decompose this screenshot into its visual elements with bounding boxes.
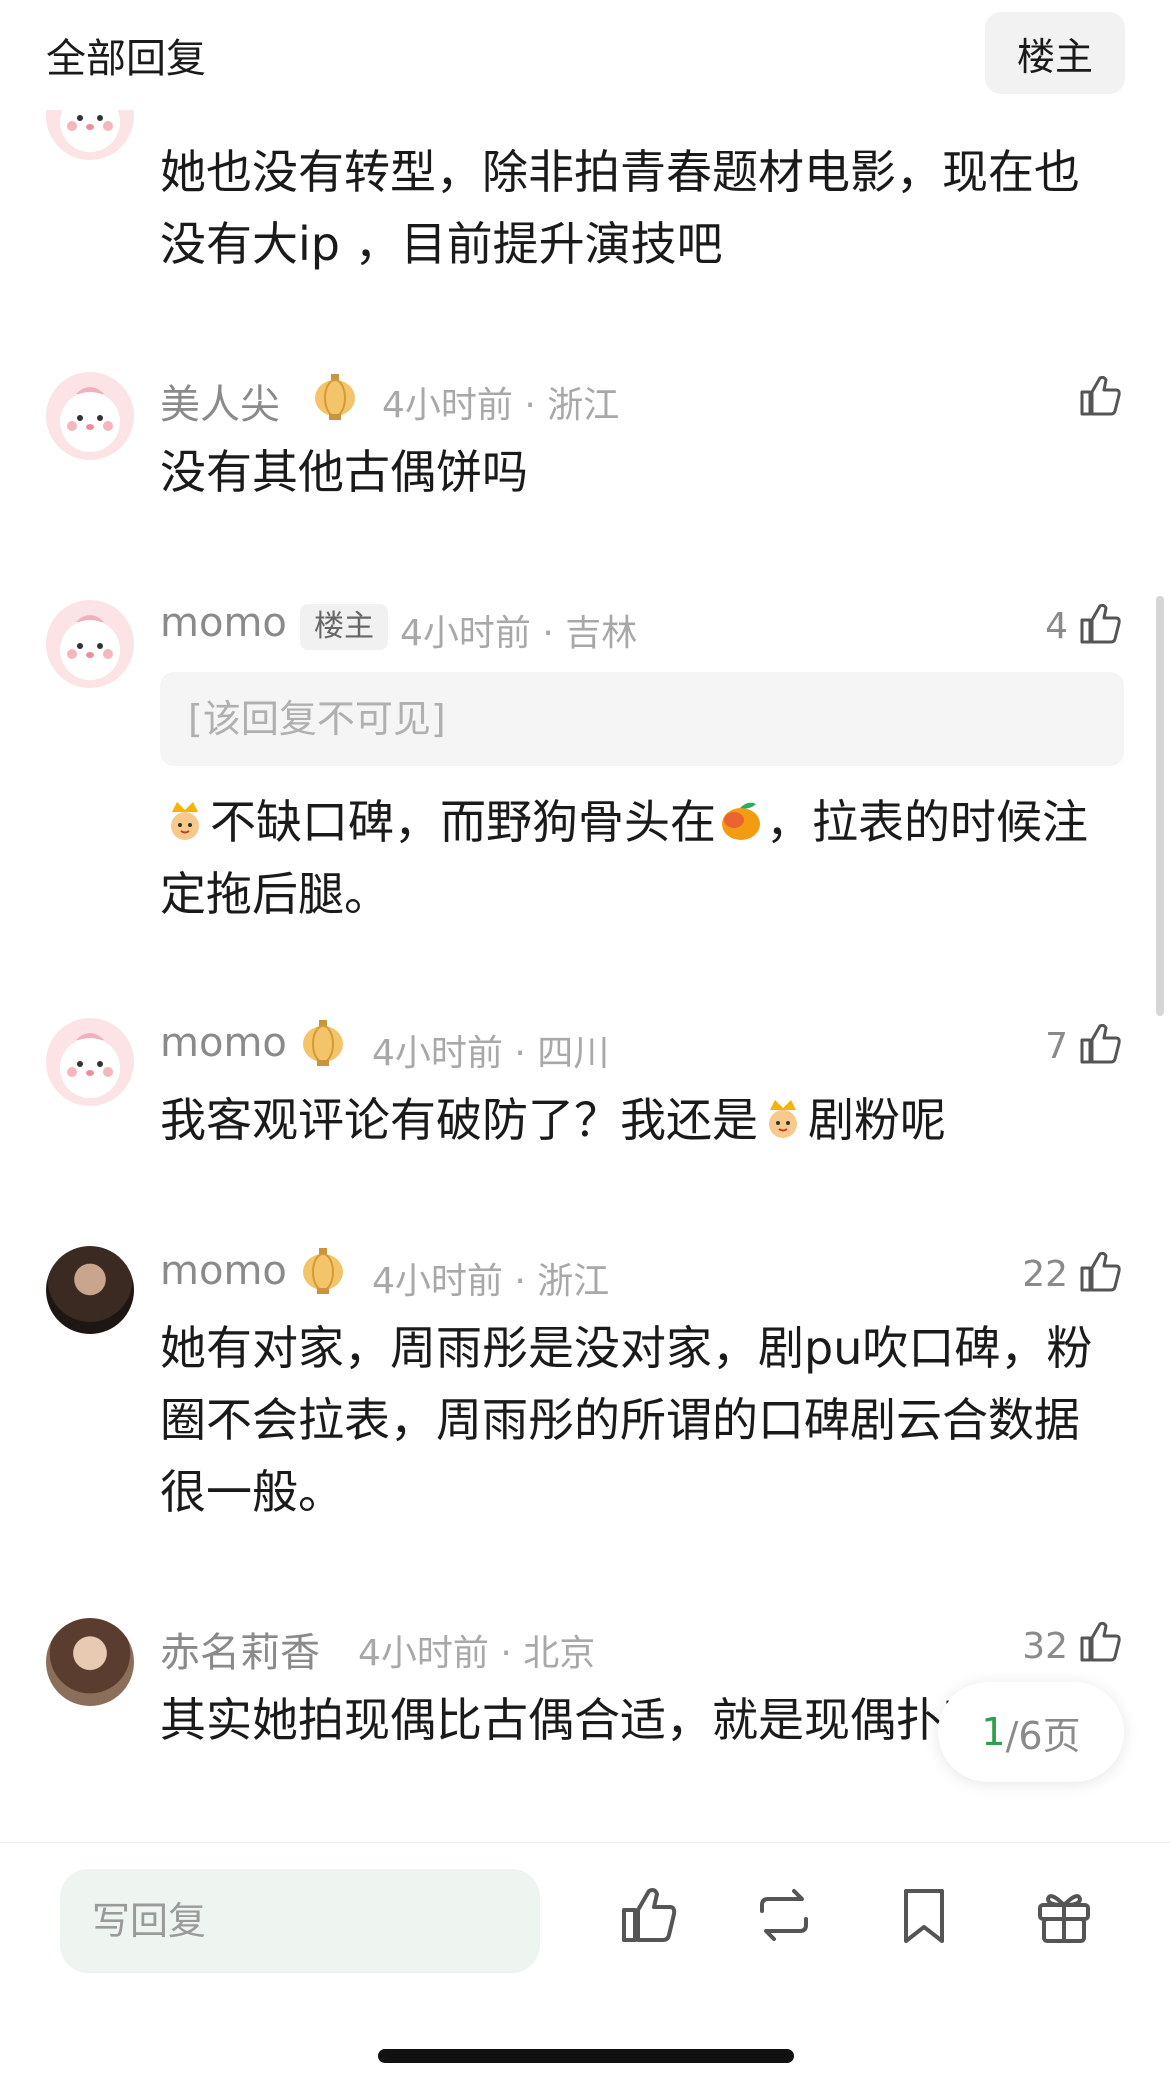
comment-text: 她也没有转型，除非拍青春题材电影，现在也没有大ip ，目前提升演技吧 [160, 145, 1080, 271]
comment-text: 我客观评论有破防了？我还是 剧粉呢 [160, 1084, 1100, 1156]
comment-feed: 她也没有转型，除非拍青春题材电影，现在也没有大ip ，目前提升演技吧 美人尖 4… [0, 0, 1170, 1842]
avatar[interactable] [46, 1018, 134, 1106]
like-icon[interactable] [616, 1883, 680, 1947]
avatar[interactable] [46, 1246, 134, 1334]
lantern-badge-icon [315, 374, 355, 420]
like-count: 4 [1045, 606, 1068, 647]
repost-icon[interactable] [752, 1883, 816, 1947]
comment-meta: 4小时前 · 北京 [358, 1633, 596, 1674]
home-indicator [378, 2049, 794, 2063]
comment-meta: 4小时前 · 浙江 [382, 385, 620, 426]
avatar[interactable] [46, 372, 134, 460]
mango-emoji-icon [722, 802, 760, 840]
like-count: 32 [1022, 1626, 1068, 1667]
princess-emoji-icon [171, 802, 199, 840]
comment-text: 不缺口碑，而野狗骨头在 ，拉表的时候注定拖后腿。 [160, 786, 1100, 930]
username[interactable]: 赤名莉香 [160, 1620, 320, 1678]
username[interactable]: momo [160, 600, 287, 646]
page-title: 全部回复 [46, 36, 206, 82]
comment-text-part: 剧粉呢 [808, 1093, 946, 1147]
lantern-badge-icon [303, 1248, 343, 1294]
bottom-action-bar: 写回复 [0, 1842, 1170, 2093]
comment-text-part: 我客观评论有破防了？我还是 [160, 1093, 758, 1147]
comment-meta: 4小时前 · 吉林 [400, 613, 638, 654]
comment-text: 她有对家，周雨彤是没对家，剧pu吹口碑，粉圈不会拉表，周雨彤的所谓的口碑剧云合数… [160, 1321, 1093, 1519]
comment-text: 没有其他古偶饼吗 [160, 445, 528, 499]
comment-meta: 4小时前 · 四川 [372, 1033, 610, 1074]
like-icon[interactable] [1076, 372, 1124, 420]
bookmark-icon[interactable] [892, 1883, 956, 1947]
avatar[interactable] [46, 600, 134, 688]
hidden-reply-quote: [该回复不可见] [160, 672, 1124, 766]
scrollbar[interactable] [1156, 596, 1164, 1016]
like-count: 22 [1022, 1254, 1068, 1295]
username[interactable]: 美人尖 [160, 372, 280, 430]
pagination-indicator[interactable]: 1/6页 [938, 1682, 1124, 1782]
princess-emoji-icon [769, 1100, 797, 1138]
like-icon[interactable] [1076, 600, 1124, 648]
like-icon[interactable] [1076, 1020, 1124, 1068]
avatar[interactable] [46, 1618, 134, 1706]
header: 全部回复 楼主 [0, 0, 1170, 110]
current-page: 1 [981, 1710, 1006, 1754]
username[interactable]: momo [160, 1248, 287, 1294]
lantern-badge-icon [303, 1020, 343, 1066]
total-pages: /6页 [1005, 1713, 1081, 1758]
reply-input[interactable]: 写回复 [60, 1869, 540, 1973]
op-tag: 楼主 [300, 604, 388, 650]
comment-text-part: 不缺口碑，而野狗骨头在 [210, 795, 716, 849]
like-count: 7 [1045, 1026, 1068, 1067]
like-icon[interactable] [1076, 1248, 1124, 1296]
username[interactable]: momo [160, 1020, 287, 1066]
like-icon[interactable] [1076, 1618, 1124, 1666]
comment-meta: 4小时前 · 浙江 [372, 1261, 610, 1302]
author-only-button[interactable]: 楼主 [985, 12, 1125, 94]
gift-icon[interactable] [1032, 1883, 1096, 1947]
